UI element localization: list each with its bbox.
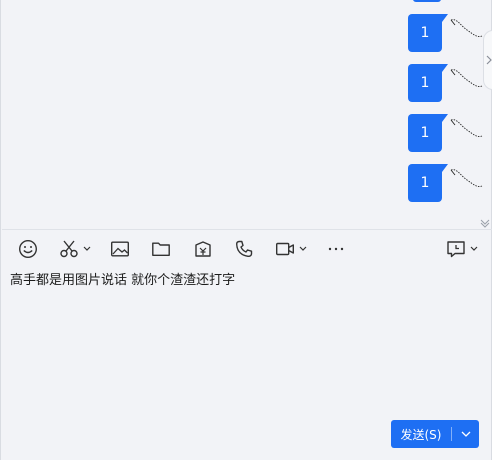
message-bubble[interactable]: 1 bbox=[408, 164, 448, 202]
message-text: 1 bbox=[420, 175, 430, 191]
send-options-button[interactable] bbox=[452, 420, 479, 448]
video-call-button[interactable] bbox=[275, 237, 307, 261]
sticker-avatar-icon[interactable] bbox=[449, 16, 483, 42]
message-bubble-partial bbox=[413, 0, 441, 2]
chevron-down-icon bbox=[461, 431, 470, 437]
voice-call-button[interactable] bbox=[234, 237, 254, 261]
message-text: 1 bbox=[420, 75, 430, 91]
folder-icon bbox=[152, 242, 170, 256]
scroll-bottom-icon[interactable] bbox=[480, 218, 490, 228]
send-button[interactable]: 发送(S) bbox=[391, 420, 451, 448]
sticker-avatar-icon[interactable] bbox=[449, 116, 483, 142]
message-row: 1 bbox=[2, 164, 492, 202]
more-button[interactable] bbox=[326, 237, 346, 261]
chevron-down-icon[interactable] bbox=[470, 246, 478, 252]
chat-window: 1 1 1 1 高手都是用图片说话 就你个渣渣还打字 发送(S) bbox=[0, 0, 492, 460]
chat-history[interactable]: 1 1 1 1 bbox=[2, 0, 492, 229]
message-bubble[interactable]: 1 bbox=[408, 114, 448, 152]
file-button[interactable] bbox=[151, 237, 171, 261]
history-icon bbox=[447, 241, 465, 258]
scissors-icon bbox=[60, 240, 78, 258]
message-bubble[interactable]: 1 bbox=[408, 64, 448, 102]
emoji-button[interactable] bbox=[18, 237, 38, 261]
screenshot-button[interactable] bbox=[59, 237, 91, 261]
send-button-group: 发送(S) bbox=[391, 420, 479, 448]
input-toolbar bbox=[2, 232, 492, 266]
chevron-down-icon[interactable] bbox=[83, 246, 91, 252]
red-packet-button[interactable] bbox=[193, 237, 213, 261]
message-row: 1 bbox=[2, 14, 492, 52]
collapse-panel-tab[interactable] bbox=[483, 30, 492, 90]
chat-history-button[interactable] bbox=[446, 237, 478, 261]
phone-icon bbox=[236, 240, 253, 258]
message-text: 1 bbox=[420, 125, 430, 141]
message-input-text[interactable]: 高手都是用图片说话 就你个渣渣还打字 bbox=[10, 269, 235, 288]
sticker-avatar-icon[interactable] bbox=[449, 166, 483, 192]
sticker-avatar-icon[interactable] bbox=[449, 66, 483, 92]
message-text: 1 bbox=[420, 25, 430, 41]
more-icon bbox=[328, 247, 344, 251]
emoji-icon bbox=[18, 239, 38, 259]
chevron-right-icon bbox=[486, 55, 492, 65]
message-row: 1 bbox=[2, 114, 492, 152]
image-button[interactable] bbox=[110, 237, 130, 261]
message-row: 1 bbox=[2, 64, 492, 102]
image-icon bbox=[111, 241, 130, 257]
send-button-label: 发送(S) bbox=[400, 427, 442, 442]
red-packet-icon bbox=[195, 241, 211, 257]
chevron-down-icon[interactable] bbox=[299, 246, 307, 252]
video-icon bbox=[276, 242, 294, 256]
message-bubble[interactable]: 1 bbox=[408, 14, 448, 52]
divider bbox=[2, 229, 492, 230]
message-input[interactable]: 高手都是用图片说话 就你个渣渣还打字 bbox=[2, 266, 492, 416]
